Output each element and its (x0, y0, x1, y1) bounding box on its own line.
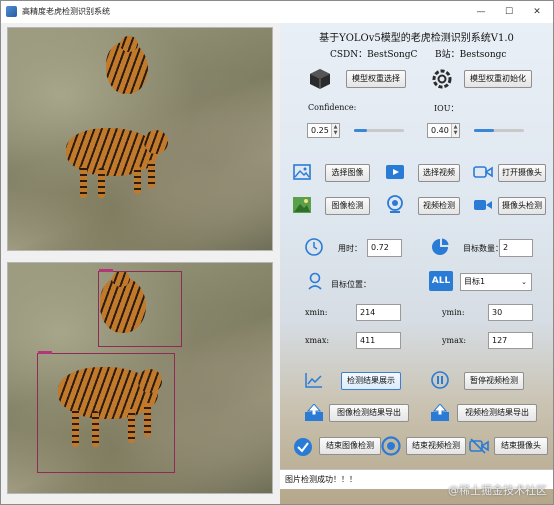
end-video-button[interactable]: 结束视频检测 (406, 437, 466, 455)
iou-spinbox[interactable]: 0.40 ▲ ▼ (427, 123, 460, 138)
csdn-label: CSDN：BestSongC (330, 50, 418, 60)
position-label: 目标位置： (331, 280, 371, 289)
count-field: 2 (499, 239, 533, 257)
model-select-button[interactable]: 模型权重选择 (346, 70, 406, 88)
count-label: 目标数量： (463, 244, 503, 253)
end-image-button[interactable]: 结束图像检测 (319, 437, 381, 455)
video-detect-button[interactable]: 视频检测 (418, 197, 460, 215)
select-video-button[interactable]: 选择视频 (418, 164, 460, 182)
image-detect-button[interactable]: 图像检测 (325, 197, 370, 215)
camera-off-icon (468, 436, 490, 456)
window-title: 高精度老虎检测识别系统 (22, 7, 110, 16)
select-image-button[interactable]: 选择图像 (325, 164, 370, 182)
check-circle-icon (292, 436, 314, 458)
target-select[interactable]: 目标1 ⌄ (460, 273, 532, 291)
xmin-field: 214 (356, 304, 401, 321)
webcam-icon (384, 194, 406, 216)
stop-circle-icon (380, 435, 402, 457)
upload-icon (302, 403, 326, 423)
ymin-field: 30 (488, 304, 533, 321)
video-icon (384, 162, 406, 182)
video-camera-icon (472, 195, 494, 215)
confidence-slider[interactable] (354, 129, 404, 132)
open-camera-button[interactable]: 打开摄像头 (498, 164, 546, 182)
camera-detect-button[interactable]: 摄像头检测 (498, 197, 546, 215)
model-init-button[interactable]: 模型权重初始化 (464, 70, 532, 88)
all-icon: ALL (429, 271, 453, 291)
xmin-label: xmin: (305, 308, 328, 317)
iou-label: IOU： (434, 104, 459, 113)
detection-image-panel (7, 262, 273, 494)
app-window: 高精度老虎检测识别系统 — ☐ ✕ 基于YOLOv5模型的老虎检测识别系统V1.… (0, 0, 554, 505)
export-image-button[interactable]: 图像检测结果导出 (329, 404, 409, 422)
minimize-button[interactable]: — (467, 1, 495, 23)
location-icon (305, 271, 325, 291)
export-video-button[interactable]: 视频检测结果导出 (457, 404, 537, 422)
ymax-label: ymax: (442, 336, 467, 345)
app-icon (6, 6, 17, 17)
confidence-label: Confidence: (308, 103, 357, 112)
ymin-label: ymin: (442, 308, 465, 317)
maximize-button[interactable]: ☐ (495, 1, 523, 23)
original-image-panel (7, 27, 273, 251)
pie-chart-icon (430, 237, 450, 257)
tiger-photo (8, 28, 272, 250)
camera-icon (472, 162, 494, 182)
settings-icon (430, 67, 454, 91)
export-video-icon (428, 403, 452, 423)
pause-icon (430, 370, 450, 390)
pause-video-button[interactable]: 暂停视频检测 (464, 372, 524, 390)
show-result-button[interactable]: 检测结果展示 (341, 372, 401, 390)
image-icon (292, 162, 312, 182)
ymax-field: 127 (488, 332, 533, 349)
title-bar: 高精度老虎检测识别系统 — ☐ ✕ (1, 1, 553, 23)
iou-slider[interactable] (474, 129, 524, 132)
xmax-field: 411 (356, 332, 401, 349)
bounding-box-2 (37, 351, 175, 473)
watermark: @稀土掘金技术社区 (448, 484, 547, 497)
clock-icon (304, 237, 324, 257)
control-panel: 基于YOLOv5模型的老虎检测识别系统V1.0 CSDN：BestSongC B… (280, 23, 553, 504)
app-heading: 基于YOLOv5模型的老虎检测识别系统V1.0 (319, 33, 514, 44)
xmax-label: xmax: (305, 336, 330, 345)
time-field: 0.72 (367, 239, 402, 257)
bounding-box-1 (98, 269, 182, 347)
time-label: 用时： (338, 244, 362, 253)
line-chart-icon (304, 371, 324, 389)
close-button[interactable]: ✕ (523, 1, 551, 23)
image-detect-icon (292, 195, 312, 215)
bilibili-label: B站：Bestsongc (435, 50, 507, 60)
confidence-spinbox[interactable]: 0.25 ▲ ▼ (307, 123, 340, 138)
cube-icon (308, 67, 332, 91)
end-camera-button[interactable]: 结束摄像头 (494, 437, 548, 455)
